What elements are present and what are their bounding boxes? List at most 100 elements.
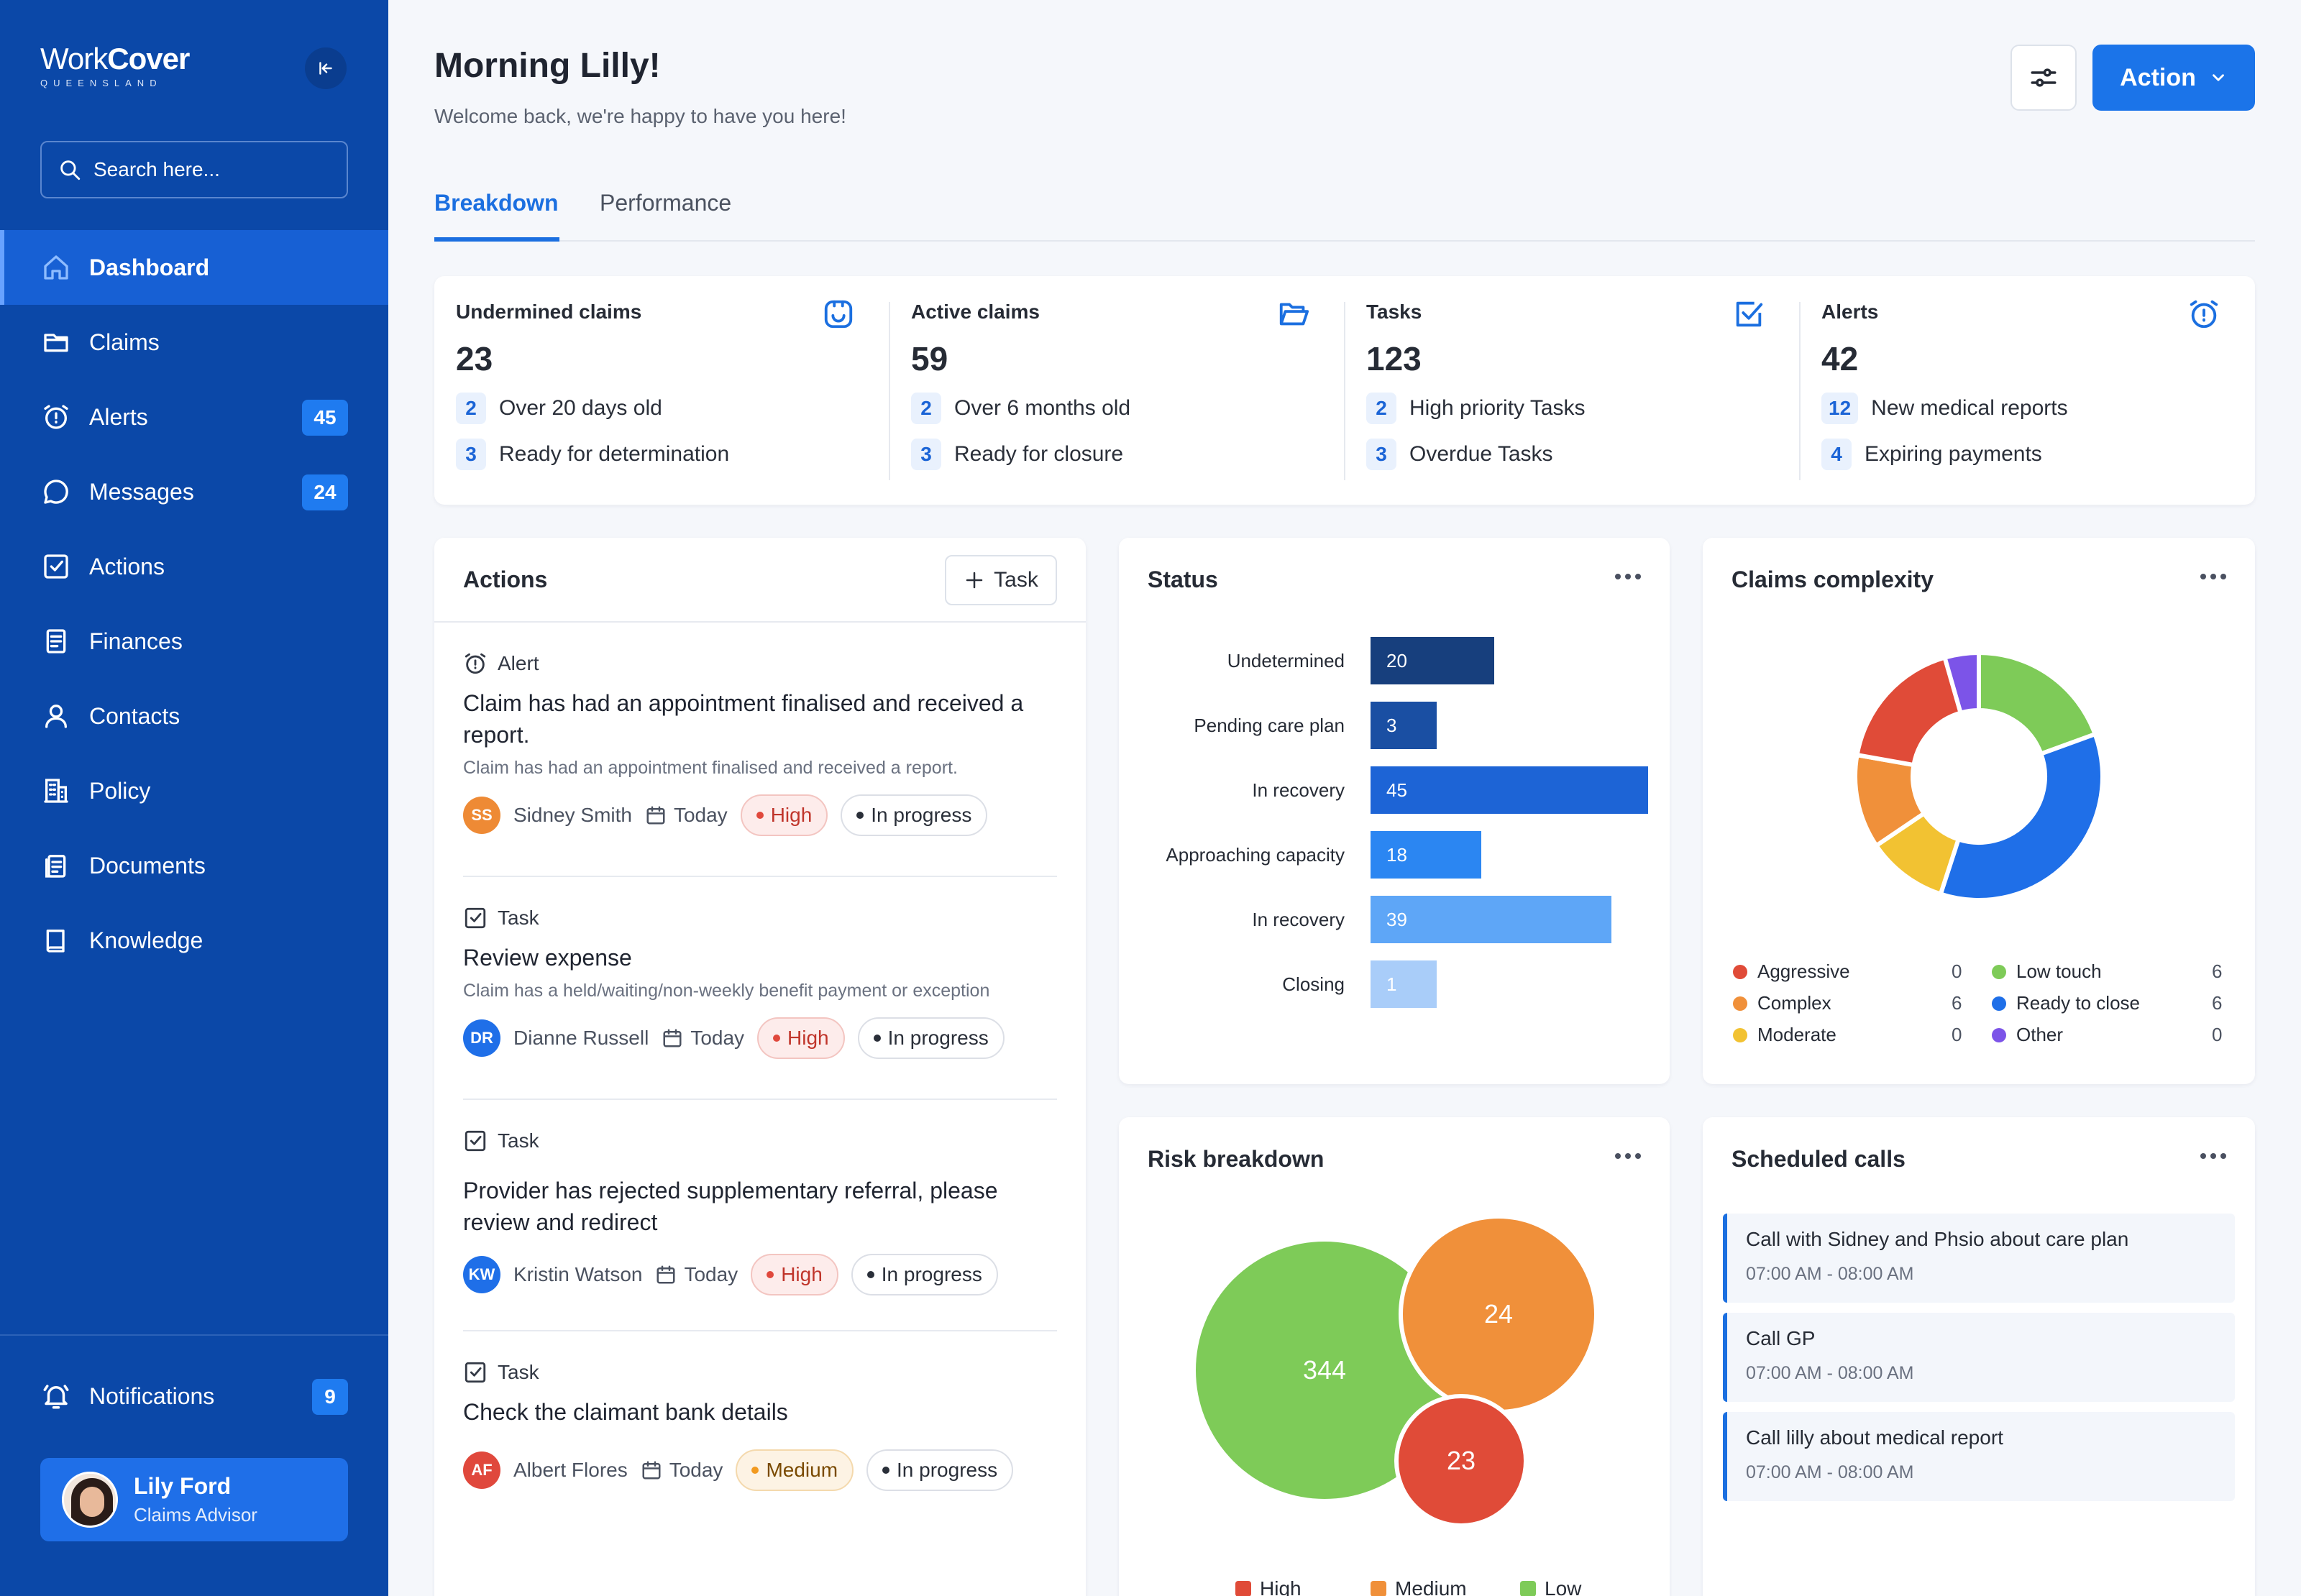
status-bar[interactable]: 39 (1371, 896, 1611, 943)
status-label: In progress (897, 1459, 998, 1481)
legend-item[interactable]: Medium (1371, 1577, 1467, 1596)
legend-item[interactable]: Complex (1733, 992, 1831, 1014)
sidebar-item-documents[interactable]: Documents (0, 828, 388, 903)
checkbox-icon (465, 1130, 486, 1152)
legend-item[interactable]: High (1235, 1577, 1302, 1596)
status-bar[interactable]: 3 (1371, 702, 1437, 749)
count-chip: 3 (456, 439, 486, 470)
action-item[interactable]: Task Review expense Claim has a held/wai… (463, 906, 1057, 1059)
status-badge: In progress (866, 1449, 1014, 1491)
sidebar-item-policy[interactable]: Policy (0, 753, 388, 828)
filter-button[interactable] (2010, 45, 2077, 111)
sidebar-item-actions[interactable]: Actions (0, 529, 388, 604)
status-bar-label: In recovery (1252, 909, 1345, 930)
sidebar-item-notifications[interactable]: Notifications 9 (0, 1359, 388, 1434)
action-dropdown-button[interactable]: Action (2092, 45, 2255, 111)
stat-detail[interactable]: 3 Ready for determination (456, 439, 868, 470)
stat-detail[interactable]: 2 High priority Tasks (1366, 393, 1778, 424)
sidebar-item-messages[interactable]: Messages 24 (0, 454, 388, 529)
add-task-button[interactable]: Task (945, 555, 1057, 605)
stat-detail[interactable]: 4 Expiring payments (1821, 439, 2233, 470)
receipt-icon (40, 625, 72, 657)
legend-label: Other (2016, 1024, 2064, 1045)
call-item[interactable]: Call GP 07:00 AM - 08:00 AM (1723, 1313, 2235, 1402)
calendar-icon (642, 1461, 661, 1480)
status-label: In progress (887, 1027, 989, 1049)
legend-dot (1733, 964, 1747, 979)
book-icon (40, 925, 72, 956)
action-type: Task (498, 1129, 539, 1152)
stat-card-alerts[interactable]: Alerts 42 12 New medical reports 4 Expirin… (1800, 276, 2255, 505)
more-options-icon[interactable] (2200, 1153, 2226, 1159)
person-icon (40, 700, 72, 732)
assignee-avatar: SS (463, 797, 500, 834)
stat-detail[interactable]: 2 Over 6 months old (911, 393, 1323, 424)
legend-item[interactable]: Moderate (1733, 1024, 1836, 1046)
action-item[interactable]: Task Check the claimant bank details AF … (463, 1360, 1057, 1491)
legend-value: 0 (1952, 1024, 1962, 1045)
risk-bubble-chart: 344 24 23 (1191, 1214, 1598, 1528)
checkbox-icon (465, 907, 486, 929)
legend-item[interactable]: Ready to close (1992, 992, 2140, 1014)
action-description: Claim has a held/waiting/non-weekly bene… (463, 981, 990, 1001)
stat-card-tasks[interactable]: Tasks 123 2 High priority Tasks 3 Overdue … (1345, 276, 1800, 505)
status-bar[interactable]: 1 (1371, 960, 1437, 1008)
face-box-icon (822, 298, 855, 334)
risk-bubble-value: 344 (1303, 1355, 1346, 1385)
status-card: Status Undetermined 20 Pending care plan 3 I… (1119, 538, 1670, 1084)
collapse-sidebar-button[interactable] (305, 47, 347, 89)
search-placeholder: Search here... (93, 158, 220, 180)
stat-detail[interactable]: 3 Ready for closure (911, 439, 1323, 470)
sidebar-item-claims[interactable]: Claims (0, 305, 388, 380)
tab-performance[interactable]: Performance (600, 190, 731, 216)
legend-item[interactable]: Other (1992, 1024, 2063, 1046)
action-button-label: Action (2120, 63, 2196, 91)
assignee-name: Kristin Watson (513, 1263, 643, 1285)
donut-slice[interactable] (1938, 731, 2105, 902)
sidebar-item-dashboard[interactable]: Dashboard (0, 230, 388, 305)
due-date: Today (684, 1263, 738, 1285)
status-bar[interactable]: 20 (1371, 637, 1494, 684)
legend-item[interactable]: Aggressive (1733, 960, 1850, 983)
legend-dot (1992, 1027, 2006, 1042)
legend-label: Ready to close (2016, 992, 2140, 1014)
open-folder-icon (1277, 298, 1310, 334)
sidebar-item-knowledge[interactable]: Knowledge (0, 903, 388, 978)
stat-card-active-claims[interactable]: Active claims 59 2 Over 6 months old 3 Rea… (889, 276, 1345, 505)
status-badge: In progress (857, 1017, 1005, 1059)
status-bar[interactable]: 18 (1371, 831, 1482, 879)
tab-bar: Breakdown Performance (434, 173, 2255, 242)
calendar-icon (663, 1029, 682, 1047)
stat-detail[interactable]: 12 New medical reports (1821, 393, 2233, 424)
legend-item[interactable]: Low touch (1992, 960, 2102, 983)
sidebar-item-finances[interactable]: Finances (0, 604, 388, 679)
logo[interactable]: WorkCover QUEENSLAND (40, 42, 190, 88)
action-item[interactable]: Task Provider has rejected supplementary… (463, 1129, 1057, 1295)
legend-item[interactable]: Low (1520, 1577, 1581, 1596)
stat-detail[interactable]: 2 Over 20 days old (456, 393, 868, 424)
call-title: Call with Sidney and Phsio about care pl… (1746, 1228, 2129, 1250)
more-options-icon[interactable] (1615, 574, 1641, 579)
legend-label: Low touch (2016, 960, 2102, 982)
folder-icon (40, 326, 72, 358)
tab-breakdown[interactable]: Breakdown (434, 190, 558, 216)
action-item[interactable]: Alert Claim has had an appointment final… (463, 651, 1057, 836)
sidebar-item-contacts[interactable]: Contacts (0, 679, 388, 753)
divider (434, 621, 1086, 623)
stat-card-undermined-claims[interactable]: Undermined claims 23 2 Over 20 days old 3… (434, 276, 889, 505)
search-icon (60, 160, 81, 180)
sidebar-item-alerts[interactable]: Alerts 45 (0, 380, 388, 454)
count-chip: 3 (1366, 439, 1396, 470)
action-type: Task (498, 1361, 539, 1383)
stat-detail-text: New medical reports (1871, 396, 2068, 420)
donut-slice[interactable] (1854, 654, 1964, 768)
status-bar[interactable]: 45 (1371, 766, 1648, 814)
call-time: 07:00 AM - 08:00 AM (1746, 1363, 1914, 1383)
call-item[interactable]: Call lilly about medical report 07:00 AM… (1723, 1412, 2235, 1501)
user-profile-card[interactable]: Lily Ford Claims Advisor (40, 1458, 348, 1541)
legend-label: Moderate (1757, 1024, 1836, 1045)
call-item[interactable]: Call with Sidney and Phsio about care pl… (1723, 1214, 2235, 1303)
search-input[interactable]: Search here... (40, 141, 348, 198)
stat-detail[interactable]: 3 Overdue Tasks (1366, 439, 1778, 470)
stat-value: 42 (1821, 340, 1859, 377)
